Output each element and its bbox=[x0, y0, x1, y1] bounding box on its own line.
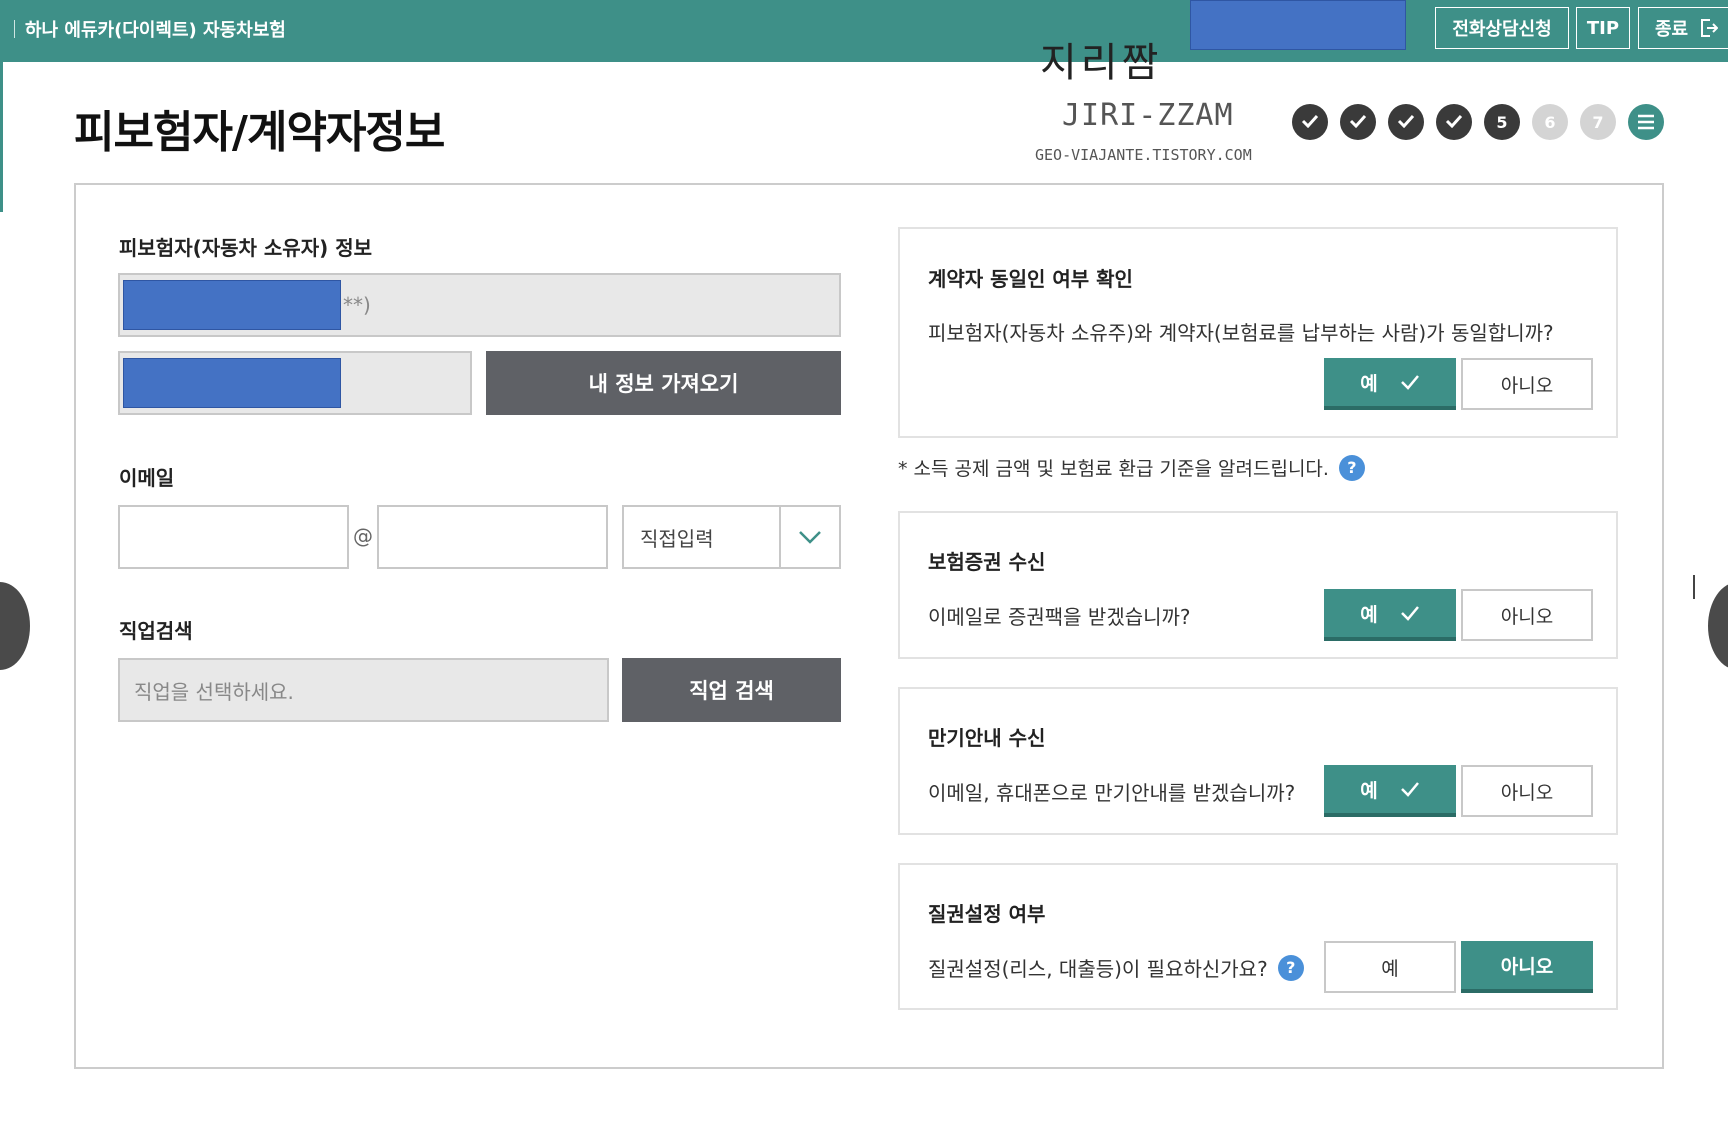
email-domain-select-value: 직접입력 bbox=[640, 526, 714, 551]
yes-label: 예 bbox=[1360, 372, 1378, 395]
tip-label: TIP bbox=[1586, 17, 1620, 39]
insured-name-field[interactable]: **) bbox=[118, 273, 841, 337]
step-5-current[interactable]: 5 bbox=[1484, 104, 1520, 140]
step-4-done[interactable] bbox=[1436, 104, 1472, 140]
cursor-marker bbox=[1693, 575, 1695, 599]
tip-button[interactable]: TIP bbox=[1576, 7, 1630, 49]
step-1-done[interactable] bbox=[1292, 104, 1328, 140]
top-bar: 하나 에듀카(다이렉트) 자동차보험 전화상담신청 TIP 종료 bbox=[0, 0, 1728, 62]
step-7: 7 bbox=[1580, 104, 1616, 140]
check-icon bbox=[1445, 113, 1463, 132]
yes-label: 예 bbox=[1360, 779, 1378, 802]
panel-question: 피보험자(자동차 소유주)와 계약자(보험료를 납부하는 사람)가 동일합니까? bbox=[928, 321, 1554, 345]
redacted-name bbox=[123, 280, 341, 330]
page-title: 피보험자/계약자정보 bbox=[74, 107, 445, 158]
watermark-url: GEO-VIAJANTE.TISTORY.COM bbox=[1035, 146, 1252, 164]
panel-title: 보험증권 수신 bbox=[928, 550, 1046, 574]
phone-consult-label: 전화상담신청 bbox=[1452, 19, 1552, 40]
right-scroll-handle[interactable] bbox=[1708, 582, 1728, 670]
panel-same-contractor: 계약자 동일인 여부 확인 피보험자(자동차 소유주)와 계약자(보험료를 납부… bbox=[898, 227, 1618, 438]
watermark-handwriting: 지리짬 bbox=[1040, 40, 1163, 86]
certificate-yes-button[interactable]: 예 bbox=[1324, 589, 1456, 641]
question-text: 질권설정(리스, 대출등)이 필요하신가요? bbox=[928, 957, 1268, 981]
panel-question: 이메일, 휴대폰으로 만기안내를 받겠습니까? bbox=[928, 781, 1296, 805]
phone-consult-button[interactable]: 전화상담신청 bbox=[1435, 7, 1569, 49]
check-icon bbox=[1301, 113, 1319, 132]
panel-expiry: 만기안내 수신 이메일, 휴대폰으로 만기안내를 받겠습니까? 예 아니오 bbox=[898, 687, 1618, 835]
panel-question: 질권설정(리스, 대출등)이 필요하신가요? ? bbox=[928, 953, 1304, 982]
same-contractor-yes-button[interactable]: 예 bbox=[1324, 358, 1456, 410]
job-input[interactable]: 직업을 선택하세요. bbox=[118, 658, 609, 722]
exit-button[interactable]: 종료 bbox=[1638, 7, 1728, 49]
check-icon bbox=[1400, 605, 1420, 621]
exit-icon bbox=[1700, 18, 1719, 38]
expiry-no-button[interactable]: 아니오 bbox=[1461, 765, 1593, 817]
left-scroll-handle[interactable] bbox=[0, 582, 30, 670]
check-icon bbox=[1397, 113, 1415, 132]
job-placeholder: 직업을 선택하세요. bbox=[134, 679, 294, 704]
panel-title: 만기안내 수신 bbox=[928, 726, 1046, 750]
same-contractor-no-button[interactable]: 아니오 bbox=[1461, 358, 1593, 410]
name-suffix: **) bbox=[343, 293, 371, 317]
progress-steps: 5 6 7 bbox=[1292, 104, 1664, 140]
step-2-done[interactable] bbox=[1340, 104, 1376, 140]
job-label: 직업검색 bbox=[119, 619, 193, 643]
certificate-no-button[interactable]: 아니오 bbox=[1461, 589, 1593, 641]
job-search-button[interactable]: 직업 검색 bbox=[622, 658, 841, 722]
exit-label: 종료 bbox=[1655, 19, 1689, 40]
insured-section-label: 피보험자(자동차 소유자) 정보 bbox=[119, 236, 373, 260]
insured-id-field[interactable] bbox=[118, 351, 472, 415]
step-6: 6 bbox=[1532, 104, 1568, 140]
email-local-input[interactable] bbox=[118, 505, 349, 569]
help-icon[interactable]: ? bbox=[1277, 954, 1304, 981]
email-domain-input[interactable] bbox=[377, 505, 608, 569]
panel-pledge: 질권설정 여부 질권설정(리스, 대출등)이 필요하신가요? ? 예 아니오 bbox=[898, 863, 1618, 1010]
panel-title: 계약자 동일인 여부 확인 bbox=[928, 267, 1133, 291]
step-3-done[interactable] bbox=[1388, 104, 1424, 140]
email-at-sign: @ bbox=[353, 524, 373, 548]
yes-label: 예 bbox=[1360, 603, 1378, 626]
check-icon bbox=[1400, 781, 1420, 797]
email-label: 이메일 bbox=[119, 466, 175, 490]
redacted-id bbox=[123, 358, 341, 408]
pledge-no-button[interactable]: 아니오 bbox=[1461, 941, 1593, 993]
panel-title: 질권설정 여부 bbox=[928, 902, 1046, 926]
email-domain-select[interactable]: 직접입력 bbox=[622, 505, 841, 569]
help-icon[interactable]: ? bbox=[1338, 454, 1365, 481]
redacted-block bbox=[1190, 0, 1406, 50]
chevron-down-icon[interactable] bbox=[779, 507, 839, 567]
panel-question: 이메일로 증권팩을 받겠습니까? bbox=[928, 605, 1191, 629]
brand-divider bbox=[14, 20, 15, 38]
check-icon bbox=[1400, 374, 1420, 390]
fetch-my-info-button[interactable]: 내 정보 가져오기 bbox=[486, 351, 841, 415]
watermark-name: JIRI-ZZAM bbox=[1062, 98, 1234, 133]
brand-label: 하나 에듀카(다이렉트) 자동차보험 bbox=[25, 20, 286, 41]
expiry-yes-button[interactable]: 예 bbox=[1324, 765, 1456, 817]
deduction-note: * 소득 공제 금액 및 보험료 환급 기준을 알려드립니다. ? bbox=[898, 454, 1365, 481]
pledge-yes-button[interactable]: 예 bbox=[1324, 941, 1456, 993]
check-icon bbox=[1349, 113, 1367, 132]
left-accent bbox=[0, 62, 3, 212]
note-text: * 소득 공제 금액 및 보험료 환급 기준을 알려드립니다. bbox=[898, 458, 1329, 480]
panel-certificate: 보험증권 수신 이메일로 증권팩을 받겠습니까? 예 아니오 bbox=[898, 511, 1618, 659]
brand[interactable]: 하나 에듀카(다이렉트) 자동차보험 bbox=[14, 16, 286, 42]
menu-icon[interactable] bbox=[1628, 104, 1664, 140]
